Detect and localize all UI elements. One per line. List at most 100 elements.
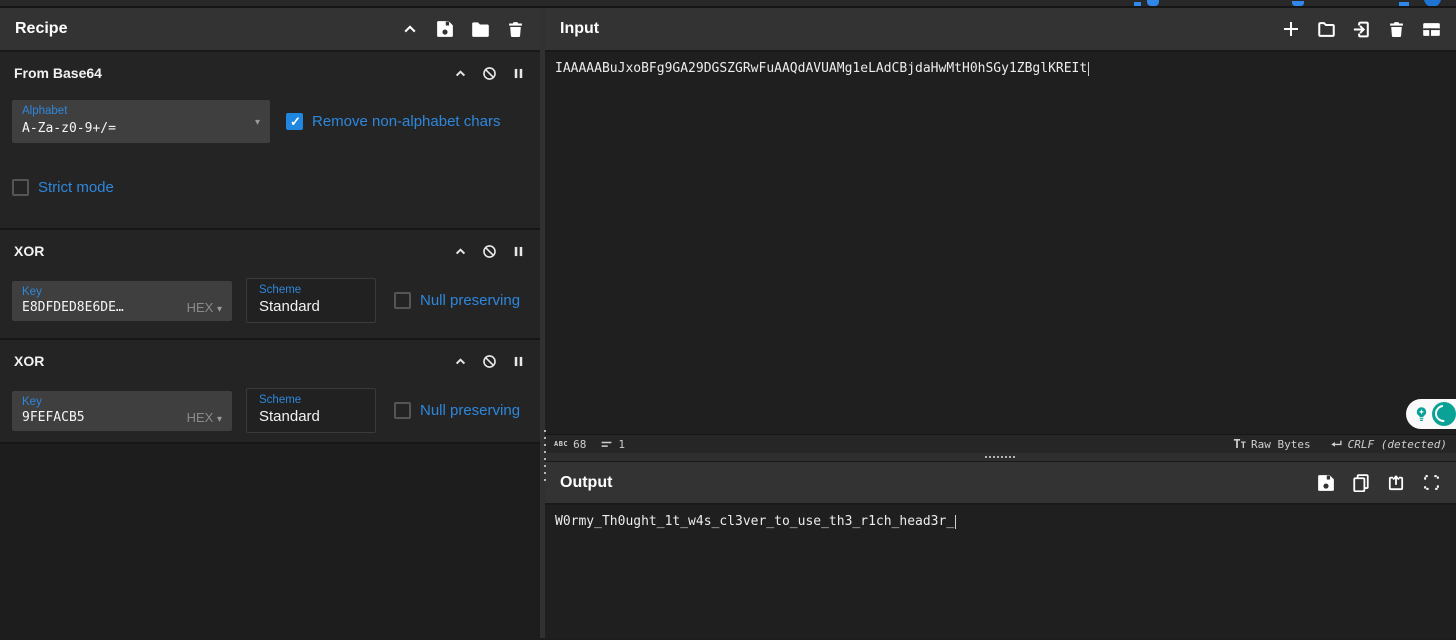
checkbox-label[interactable]: Null preserving — [420, 292, 520, 309]
checkbox-label[interactable]: Remove non-alphabet chars — [312, 113, 500, 130]
expand-icon — [1423, 474, 1440, 491]
chevron-up-icon — [454, 245, 467, 258]
ban-icon — [482, 244, 497, 259]
banner-icon-fragment — [1134, 2, 1141, 7]
folder-outline-icon — [1317, 20, 1336, 39]
null-preserving-checkbox[interactable]: Null preserving — [394, 292, 520, 309]
banner-icon-fragment — [1147, 0, 1159, 6]
recipe-panel: Recipe From Base64 — [0, 8, 545, 638]
checkbox-label[interactable]: Null preserving — [420, 402, 520, 419]
output-title: Output — [560, 474, 612, 492]
save-recipe-button[interactable] — [435, 19, 455, 39]
load-recipe-button[interactable] — [470, 19, 490, 39]
operation-xor-2[interactable]: XOR Key 9FEFACB5 HEX — [0, 340, 540, 444]
clear-io-button[interactable] — [1386, 19, 1406, 39]
input-editor[interactable]: IAAAAABuJxoBFg9GA29DGSZGRwFuAAQdAVUAMg1e… — [545, 52, 1456, 434]
chevron-down-icon — [217, 304, 222, 315]
plus-icon — [1282, 20, 1300, 38]
open-folder-button[interactable] — [1316, 19, 1336, 39]
text-cursor — [955, 515, 956, 529]
scheme-value: Standard — [259, 298, 320, 315]
chevron-up-icon — [454, 67, 467, 80]
input-text[interactable]: IAAAAABuJxoBFg9GA29DGSZGRwFuAAQdAVUAMg1e… — [545, 52, 1456, 85]
pause-icon — [512, 67, 525, 80]
operation-title: XOR — [14, 353, 44, 369]
checkbox-label[interactable]: Strict mode — [38, 179, 114, 196]
null-preserving-checkbox[interactable]: Null preserving — [394, 402, 520, 419]
arg-label: Key — [22, 396, 222, 408]
xor-scheme-select[interactable]: Scheme Standard — [246, 388, 376, 433]
key-value[interactable]: 9FEFACB5 — [22, 410, 85, 425]
disable-op-button[interactable] — [481, 353, 497, 369]
checkbox-unchecked-icon[interactable] — [394, 402, 411, 419]
maximise-output-button[interactable] — [1421, 473, 1441, 493]
operation-header[interactable]: XOR — [0, 230, 540, 272]
xor-scheme-select[interactable]: Scheme Standard — [246, 278, 376, 323]
checkbox-unchecked-icon[interactable] — [12, 179, 29, 196]
copy-icon — [1352, 474, 1370, 492]
return-arrow-icon — [1329, 439, 1343, 450]
encoding-selector[interactable]: TT Raw Bytes — [1233, 437, 1310, 451]
operation-header[interactable]: XOR — [0, 340, 540, 382]
breakpoint-pause-button[interactable] — [510, 65, 526, 81]
alphabet-dropdown[interactable]: Alphabet A-Za-z0-9+/= — [12, 100, 270, 143]
xor-key-input[interactable]: Key E8DFDED8E6DE… HEX — [12, 281, 232, 321]
collapse-op-button[interactable] — [452, 353, 468, 369]
save-output-button[interactable] — [1316, 473, 1336, 493]
text-cursor — [1088, 62, 1089, 76]
magic-suggestion-badge[interactable] — [1406, 399, 1456, 429]
copy-output-button[interactable] — [1351, 473, 1371, 493]
disable-op-button[interactable] — [481, 65, 497, 81]
key-value[interactable]: E8DFDED8E6DE… — [22, 300, 124, 315]
banner-help-icon[interactable] — [1424, 0, 1441, 7]
text-encoding-icon: TT — [1233, 437, 1246, 451]
add-input-tab-button[interactable] — [1281, 19, 1301, 39]
input-status-bar: ABC 68 1 TT Raw Bytes CRLF (detected) — [545, 434, 1456, 453]
breakpoint-pause-button[interactable] — [510, 353, 526, 369]
arg-label: Scheme — [259, 394, 363, 406]
collapse-op-button[interactable] — [452, 65, 468, 81]
key-type-dropdown[interactable]: HEX — [187, 300, 222, 315]
operation-title: From Base64 — [14, 65, 102, 81]
open-file-button[interactable] — [1351, 19, 1371, 39]
trash-icon — [1388, 21, 1405, 38]
operation-from-base64[interactable]: From Base64 Alphabet A-Za-z0-9+/= — [0, 52, 540, 230]
save-icon — [1317, 474, 1335, 492]
save-icon — [436, 20, 454, 38]
lightbulb-icon — [1413, 406, 1430, 423]
checkbox-checked-icon[interactable] — [286, 113, 303, 130]
remove-non-alphabet-checkbox[interactable]: Remove non-alphabet chars — [286, 113, 500, 130]
ban-icon — [482, 66, 497, 81]
collapse-op-button[interactable] — [452, 243, 468, 259]
panel-drag-handle-icon[interactable] — [544, 430, 546, 481]
grid-layout-icon — [1422, 20, 1441, 39]
output-text[interactable]: W0rmy_Th0ught_1t_w4s_cl3ver_to_use_th3_r… — [545, 505, 1456, 538]
checkbox-unchecked-icon[interactable] — [394, 292, 411, 309]
chevron-up-icon — [402, 21, 418, 37]
key-type-dropdown[interactable]: HEX — [187, 410, 222, 425]
xor-key-input[interactable]: Key 9FEFACB5 HEX — [12, 391, 232, 431]
alphabet-value: A-Za-z0-9+/= — [22, 121, 116, 136]
eol-selector[interactable]: CRLF (detected) — [1329, 438, 1447, 451]
input-settings-grid-button[interactable] — [1421, 19, 1441, 39]
char-count-icon: ABC — [554, 440, 568, 448]
chevron-down-icon — [217, 414, 222, 425]
breakpoint-pause-button[interactable] — [510, 243, 526, 259]
banner-icon-fragment — [1292, 1, 1304, 6]
chevron-up-icon — [454, 355, 467, 368]
line-count-icon — [600, 439, 613, 450]
pause-icon — [512, 245, 525, 258]
top-banner-cropped — [0, 0, 1456, 8]
operation-xor-1[interactable]: XOR Key E8DFDED8E6DE… HEX — [0, 230, 540, 340]
folder-icon — [471, 20, 490, 39]
io-splitter[interactable] — [545, 453, 1456, 461]
operation-header[interactable]: From Base64 — [0, 52, 540, 94]
drag-handle-icon[interactable] — [985, 456, 1015, 458]
collapse-recipe-button[interactable] — [400, 19, 420, 39]
clear-recipe-button[interactable] — [505, 19, 525, 39]
replace-input-button[interactable] — [1386, 473, 1406, 493]
recipe-header: Recipe — [0, 8, 540, 52]
disable-op-button[interactable] — [481, 243, 497, 259]
output-editor[interactable]: W0rmy_Th0ught_1t_w4s_cl3ver_to_use_th3_r… — [545, 505, 1456, 638]
strict-mode-checkbox[interactable]: Strict mode — [12, 179, 114, 196]
